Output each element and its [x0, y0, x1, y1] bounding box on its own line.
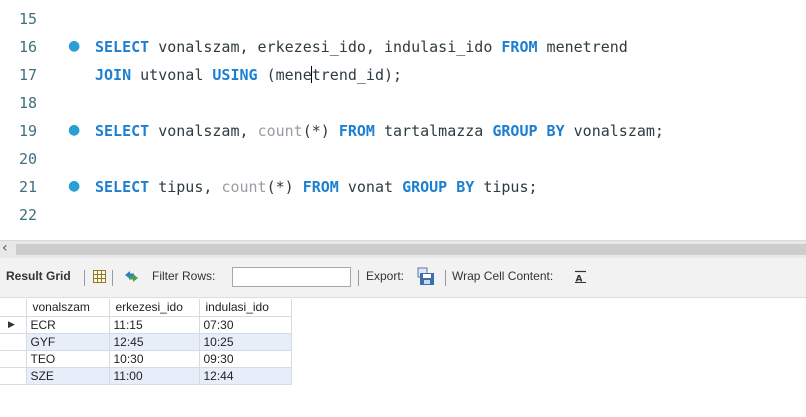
result-grid-tab[interactable]: Result Grid [6, 269, 71, 283]
column-header-vonalszam[interactable]: vonalszam [25, 299, 110, 317]
editor-line[interactable]: 20 [0, 148, 806, 170]
current-row-arrow-icon: ▶ [0, 315, 27, 334]
sql-function: count [257, 122, 303, 140]
sql-identifier: tipus, [149, 178, 222, 196]
sql-identifier: vonalszam; [564, 122, 664, 140]
line-number: 21 [19, 178, 38, 196]
code-text[interactable]: SELECT vonalszam, count(*) FROM tartalma… [95, 120, 664, 142]
table-cell[interactable]: 12:44 [198, 366, 292, 385]
table-cell[interactable]: 11:00 [108, 366, 200, 385]
export-icon[interactable] [417, 267, 436, 286]
line-number: 18 [19, 94, 38, 112]
table-row[interactable]: TEO 10:30 09:30 [0, 349, 292, 368]
table-row[interactable]: ▶ ECR 11:15 07:30 [0, 315, 292, 334]
line-number: 19 [19, 122, 38, 140]
sql-keyword: JOIN [95, 66, 132, 84]
filter-rows-input[interactable] [232, 267, 351, 287]
statement-marker-icon: ● [68, 178, 81, 194]
table-cell[interactable]: 07:30 [198, 315, 292, 334]
table-cell[interactable]: 10:30 [108, 349, 200, 368]
column-header-erkezesi-ido[interactable]: erkezesi_ido [108, 299, 200, 317]
sql-keyword: GROUP BY [402, 178, 475, 196]
row-header-corner [0, 299, 27, 317]
sql-keyword: SELECT [95, 122, 150, 140]
statement-marker-icon: ● [68, 38, 81, 54]
sql-keyword: USING [212, 66, 258, 84]
toolbar-separator [358, 270, 359, 286]
filter-icon[interactable] [123, 268, 140, 285]
sql-identifier: vonalszam, erkezesi_ido, indulasi_ido [149, 38, 502, 56]
line-number: 22 [19, 206, 38, 224]
editor-line[interactable]: 21 ● SELECT tipus, count(*) FROM vonat GRO… [0, 176, 806, 198]
table-cell[interactable]: 12:45 [108, 332, 200, 351]
sql-identifier: vonat [338, 178, 403, 196]
editor-line[interactable]: 22 [0, 204, 806, 226]
table-cell[interactable]: ECR [25, 315, 110, 334]
sql-identifier: (mene [257, 66, 312, 84]
result-table: vonalszam erkezesi_ido indulasi_ido ▶ EC… [0, 299, 292, 385]
sql-keyword: SELECT [95, 38, 150, 56]
filter-rows-label: Filter Rows: [152, 269, 216, 283]
editor-horizontal-scrollbar[interactable]: ‹ [0, 240, 806, 258]
wrap-icon[interactable]: A [574, 270, 587, 283]
sql-identifier: trend_id); [311, 66, 403, 84]
table-row[interactable]: GYF 12:45 10:25 [0, 332, 292, 351]
wrap-cell-content-label: Wrap Cell Content: [452, 269, 554, 283]
line-number: 17 [19, 66, 38, 84]
toolbar-separator [112, 270, 113, 286]
row-marker [0, 366, 27, 385]
editor-line[interactable]: 16 ● SELECT vonalszam, erkezesi_ido, indul… [0, 36, 806, 58]
editor-line[interactable]: 15 [0, 8, 806, 30]
table-cell[interactable]: TEO [25, 349, 110, 368]
sql-function: count [221, 178, 267, 196]
line-number: 20 [19, 150, 38, 168]
sql-keyword: FROM [302, 178, 339, 196]
grid-icon[interactable] [93, 270, 106, 283]
row-marker [0, 332, 27, 351]
line-number: 16 [19, 38, 38, 56]
code-text[interactable]: SELECT tipus, count(*) FROM vonat GROUP … [95, 176, 538, 198]
row-marker [0, 349, 27, 368]
sql-identifier: (*) [302, 122, 339, 140]
line-number: 15 [19, 10, 38, 28]
column-header-indulasi-ido[interactable]: indulasi_ido [198, 299, 292, 317]
statement-marker-icon: ● [68, 122, 81, 138]
table-cell[interactable]: 09:30 [198, 349, 292, 368]
table-cell[interactable]: 11:15 [108, 315, 200, 334]
table-cell[interactable]: GYF [25, 332, 110, 351]
code-text[interactable]: JOIN utvonal USING (menetrend_id); [95, 64, 402, 86]
sql-identifier: vonalszam, [149, 122, 258, 140]
toolbar-separator [84, 270, 85, 286]
scroll-left-arrow-icon[interactable]: ‹ [2, 240, 8, 256]
sql-identifier: utvonal [131, 66, 213, 84]
table-row[interactable]: SZE 11:00 12:44 [0, 366, 292, 385]
editor-line[interactable]: 17 JOIN utvonal USING (menetrend_id); [0, 64, 806, 86]
scrollbar-thumb[interactable] [16, 244, 806, 255]
svg-text:A: A [576, 275, 583, 284]
header-row: vonalszam erkezesi_ido indulasi_ido [0, 299, 292, 317]
table-cell[interactable]: SZE [25, 366, 110, 385]
result-grid: vonalszam erkezesi_ido indulasi_ido ▶ EC… [0, 298, 806, 417]
export-label: Export: [366, 269, 405, 283]
sql-identifier: tartalmazza [374, 122, 493, 140]
sql-identifier: menetrend [537, 38, 628, 56]
sql-keyword: SELECT [95, 178, 150, 196]
editor-line[interactable]: 19 ● SELECT vonalszam, count(*) FROM tarta… [0, 120, 806, 142]
sql-keyword: FROM [338, 122, 375, 140]
sql-identifier: tipus; [474, 178, 538, 196]
sql-editor[interactable]: 15 16 ● SELECT vonalszam, erkezesi_ido, ind… [0, 0, 806, 240]
toolbar-separator [445, 270, 446, 286]
editor-line[interactable]: 18 [0, 92, 806, 114]
sql-keyword: GROUP BY [492, 122, 565, 140]
sql-identifier: (*) [266, 178, 303, 196]
result-toolbar: Result Grid Filter Rows: Export: Wrap Ce… [0, 258, 806, 298]
sql-keyword: FROM [501, 38, 538, 56]
code-text[interactable]: SELECT vonalszam, erkezesi_ido, indulasi… [95, 36, 628, 58]
table-cell[interactable]: 10:25 [198, 332, 292, 351]
